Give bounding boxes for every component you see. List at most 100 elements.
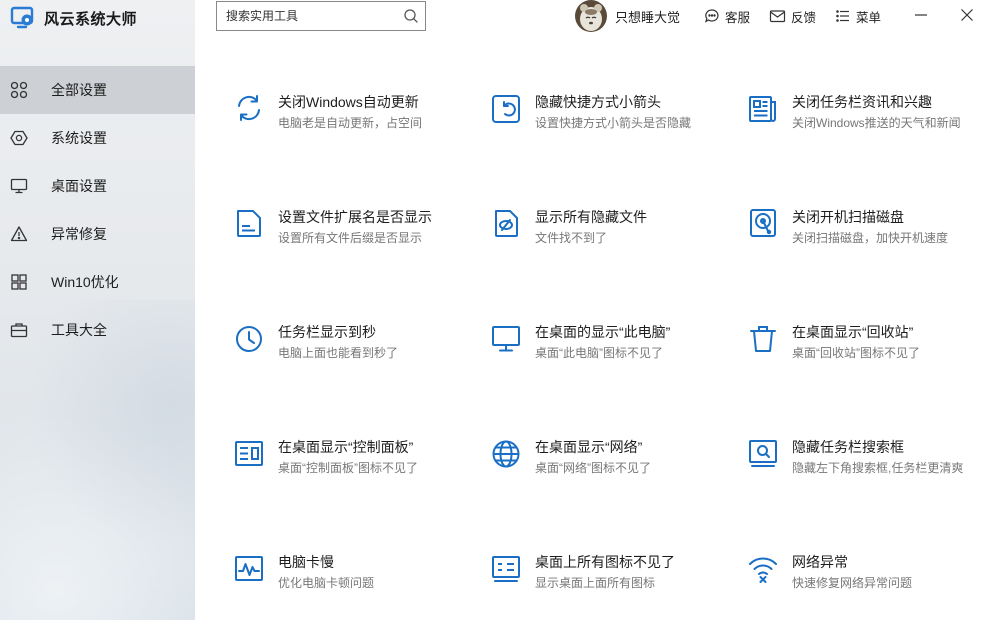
tool-desc: 桌面“控制面板”图标不见了	[278, 461, 418, 475]
control-panel-icon	[235, 441, 263, 466]
tool-disable-disk-scan[interactable]: 关闭开机扫描磁盘 关闭扫描磁盘，加快开机速度	[748, 208, 988, 264]
sidebar-item-label: 全部设置	[51, 82, 107, 98]
tool-show-control-panel[interactable]: 在桌面显示“控制面板” 桌面“控制面板”图标不见了	[234, 438, 474, 494]
refresh-icon	[238, 95, 260, 121]
menu-icon	[836, 10, 849, 22]
tool-title: 设置文件扩展名是否显示	[278, 209, 432, 225]
toolbox-icon	[10, 321, 28, 339]
sidebar-nav: 全部设置 系统设置 桌面设置 异常修复 Win10优化 工具大全	[0, 66, 195, 354]
customer-service-label: 客服	[725, 10, 751, 25]
user-name: 只想睡大觉	[615, 9, 681, 25]
menu-button[interactable]: 菜单	[835, 7, 881, 25]
tool-title: 在桌面的显示“此电脑”	[535, 324, 671, 340]
tool-title: 关闭开机扫描磁盘	[792, 209, 904, 225]
tool-desc: 桌面“网络”图标不见了	[535, 461, 651, 475]
tool-title: 隐藏快捷方式小箭头	[535, 94, 661, 110]
desktop-icons-icon	[492, 556, 520, 582]
windows-icon	[10, 273, 28, 291]
sidebar-item-system-settings[interactable]: 系统设置	[0, 114, 195, 162]
tool-taskbar-seconds[interactable]: 任务栏显示到秒 电脑上面也能看到秒了	[234, 323, 474, 379]
tool-desc: 文件找不到了	[535, 231, 608, 245]
tool-desc: 关闭扫描磁盘，加快开机速度	[792, 231, 949, 245]
tool-title: 任务栏显示到秒	[278, 324, 376, 340]
app-logo: 风云系统大师	[10, 4, 137, 32]
warning-icon	[10, 225, 28, 243]
minimize-icon[interactable]	[912, 6, 930, 24]
app-logo-icon	[10, 6, 34, 29]
tool-title: 网络异常	[792, 554, 848, 570]
search-box	[216, 1, 426, 31]
menu-label: 菜单	[856, 10, 882, 25]
tool-show-recycle-bin[interactable]: 在桌面显示“回收站” 桌面“回收站”图标不见了	[748, 323, 988, 379]
tool-title: 在桌面显示“控制面板”	[278, 439, 414, 455]
file-icon	[237, 210, 261, 237]
search-icon[interactable]	[397, 2, 425, 30]
tool-desktop-icons-missing[interactable]: 桌面上所有图标不见了 显示桌面上面所有图标	[491, 553, 731, 609]
tool-title: 显示所有隐藏文件	[535, 209, 647, 225]
tool-desc: 桌面“此电脑”图标不见了	[535, 346, 663, 360]
tool-desc: 电脑老是自动更新，占空间	[278, 116, 423, 130]
tool-pc-slow[interactable]: 电脑卡慢 优化电脑卡顿问题	[234, 553, 474, 609]
tool-desc: 优化电脑卡顿问题	[278, 576, 375, 590]
tool-disable-news-interests[interactable]: 关闭任务栏资讯和兴趣 关闭Windows推送的天气和新闻	[748, 93, 988, 149]
news-icon	[749, 96, 776, 122]
tool-network-error[interactable]: 网络异常 快速修复网络异常问题	[748, 553, 988, 609]
avatar[interactable]	[575, 0, 607, 32]
feedback-label: 反馈	[791, 10, 817, 25]
tool-file-extension[interactable]: 设置文件扩展名是否显示 设置所有文件后缀是否显示	[234, 208, 474, 264]
performance-icon	[235, 556, 263, 581]
tool-desc: 设置所有文件后缀是否显示	[278, 231, 423, 245]
tool-title: 关闭Windows自动更新	[278, 94, 419, 110]
app-title: 风云系统大师	[44, 10, 138, 28]
sidebar-item-label: 桌面设置	[51, 178, 107, 194]
tool-title: 电脑卡慢	[278, 554, 334, 570]
tool-hide-taskbar-search[interactable]: 隐藏任务栏搜索框 隐藏左下角搜索框,任务栏更清爽	[748, 438, 988, 494]
tool-title: 关闭任务栏资讯和兴趣	[792, 94, 932, 110]
tool-show-hidden-files[interactable]: 显示所有隐藏文件 文件找不到了	[491, 208, 731, 264]
tool-desc: 显示桌面上面所有图标	[535, 576, 656, 590]
sidebar-item-win10-optimize[interactable]: Win10优化	[0, 258, 195, 306]
customer-service-button[interactable]: 客服	[704, 7, 750, 25]
sidebar-item-label: 异常修复	[51, 226, 107, 242]
tool-show-network[interactable]: 在桌面显示“网络” 桌面“网络”图标不见了	[491, 438, 731, 494]
tool-show-this-pc[interactable]: 在桌面的显示“此电脑” 桌面“此电脑”图标不见了	[491, 323, 731, 379]
sidebar-item-label: 系统设置	[51, 130, 107, 146]
tool-disable-windows-update[interactable]: 关闭Windows自动更新 电脑老是自动更新，占空间	[234, 93, 474, 149]
tool-title: 在桌面显示“回收站”	[792, 324, 914, 340]
sidebar-item-desktop-settings[interactable]: 桌面设置	[0, 162, 195, 210]
chat-icon	[705, 9, 719, 23]
close-icon[interactable]	[958, 6, 976, 24]
monitor-icon	[10, 177, 28, 195]
sidebar-item-label: 工具大全	[51, 322, 107, 338]
sidebar-item-toolbox[interactable]: 工具大全	[0, 306, 195, 354]
computer-icon	[492, 326, 520, 352]
search-input[interactable]	[217, 2, 397, 30]
disk-scan-icon	[750, 209, 776, 237]
grid-icon	[10, 81, 28, 99]
feedback-button[interactable]: 反馈	[769, 7, 816, 25]
tool-title: 桌面上所有图标不见了	[535, 554, 675, 570]
gear-icon	[10, 129, 28, 147]
sidebar-item-error-repair[interactable]: 异常修复	[0, 210, 195, 258]
tool-desc: 电脑上面也能看到秒了	[278, 346, 399, 360]
tool-desc: 设置快捷方式小箭头是否隐藏	[535, 116, 692, 130]
recycle-bin-icon	[750, 326, 776, 352]
sidebar: 风云系统大师 全部设置 系统设置 桌面设置 异常修复 Win10优化 工具大全	[0, 0, 195, 620]
shortcut-arrow-icon	[492, 95, 520, 123]
user-profile[interactable]: 只想睡大觉	[575, 0, 680, 32]
tool-desc: 桌面“回收站”图标不见了	[792, 346, 920, 360]
hidden-file-icon	[495, 210, 518, 237]
tool-desc: 快速修复网络异常问题	[792, 576, 913, 590]
tool-title: 隐藏任务栏搜索框	[792, 439, 904, 455]
sidebar-item-all-settings[interactable]: 全部设置	[0, 66, 195, 114]
sidebar-item-label: Win10优化	[51, 274, 119, 290]
mail-icon	[769, 10, 786, 23]
wifi-error-icon	[749, 557, 777, 583]
globe-icon	[492, 440, 520, 468]
tool-title: 在桌面显示“网络”	[535, 439, 643, 455]
clock-icon	[236, 326, 262, 352]
tool-desc: 关闭Windows推送的天气和新闻	[792, 116, 961, 130]
tool-desc: 隐藏左下角搜索框,任务栏更清爽	[792, 461, 964, 475]
tool-hide-shortcut-arrow[interactable]: 隐藏快捷方式小箭头 设置快捷方式小箭头是否隐藏	[491, 93, 731, 149]
search-box-icon	[749, 440, 777, 467]
